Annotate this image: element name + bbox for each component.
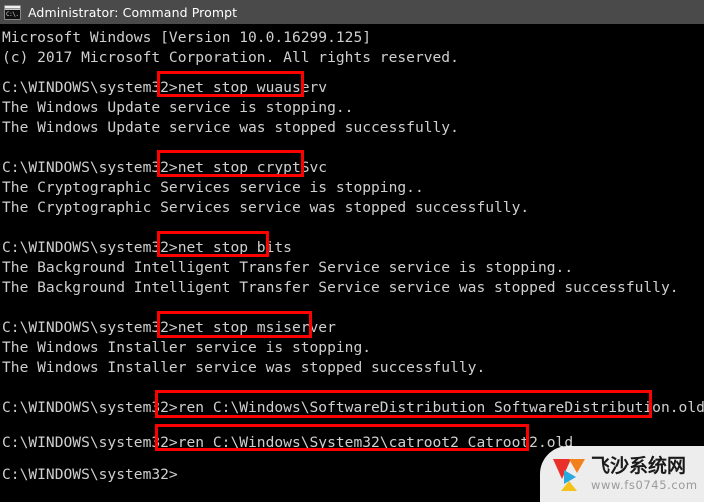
watermark-text: 飞沙系统网 www.fs0745.com: [591, 454, 698, 492]
logo-triangle-yellow: [561, 481, 577, 491]
console-line: The Windows Installer service is stoppin…: [2, 339, 372, 356]
site-watermark: 飞沙系统网 www.fs0745.com: [540, 446, 704, 502]
console-line: C:\WINDOWS\system32>net stop wuauserv: [2, 79, 328, 96]
window-titlebar[interactable]: C:\. Administrator: Command Prompt: [0, 0, 704, 24]
console-line: The Windows Installer service was stoppe…: [2, 359, 486, 376]
console-line: The Background Intelligent Transfer Serv…: [2, 279, 679, 296]
console-line: The Cryptographic Services service was s…: [2, 199, 530, 216]
console-icon: C:\.: [4, 4, 21, 20]
watermark-logo-icon: [552, 457, 586, 491]
window-title: Administrator: Command Prompt: [28, 4, 238, 20]
console-line: (c) 2017 Microsoft Corporation. All righ…: [2, 49, 459, 66]
console-icon-titlebar: [5, 5, 20, 9]
console-line: The Windows Update service is stopping..: [2, 99, 354, 116]
console-line: C:\WINDOWS\system32>: [2, 466, 178, 483]
console-line: Microsoft Windows [Version 10.0.16299.12…: [2, 29, 372, 46]
command-prompt-window: C:\. Administrator: Command Prompt Micro…: [0, 0, 704, 502]
console-line: The Windows Update service was stopped s…: [2, 119, 459, 136]
watermark-site-name: 飞沙系统网: [591, 454, 687, 477]
console-line: C:\WINDOWS\system32>net stop bits: [2, 239, 292, 256]
console-line: The Cryptographic Services service is st…: [2, 179, 424, 196]
console-output-area[interactable]: Microsoft Windows [Version 10.0.16299.12…: [0, 24, 704, 502]
console-line: C:\WINDOWS\system32>ren C:\Windows\Syste…: [2, 434, 574, 451]
watermark-url: www.fs0745.com: [591, 477, 698, 492]
console-line: C:\WINDOWS\system32>net stop msiserver: [2, 319, 336, 336]
console-line: C:\WINDOWS\system32>net stop cryptSvc: [2, 159, 328, 176]
console-line: The Background Intelligent Transfer Serv…: [2, 259, 574, 276]
console-icon-glyph: C:\.: [5, 9, 20, 19]
console-line: C:\WINDOWS\system32>ren C:\Windows\Softw…: [2, 399, 704, 416]
